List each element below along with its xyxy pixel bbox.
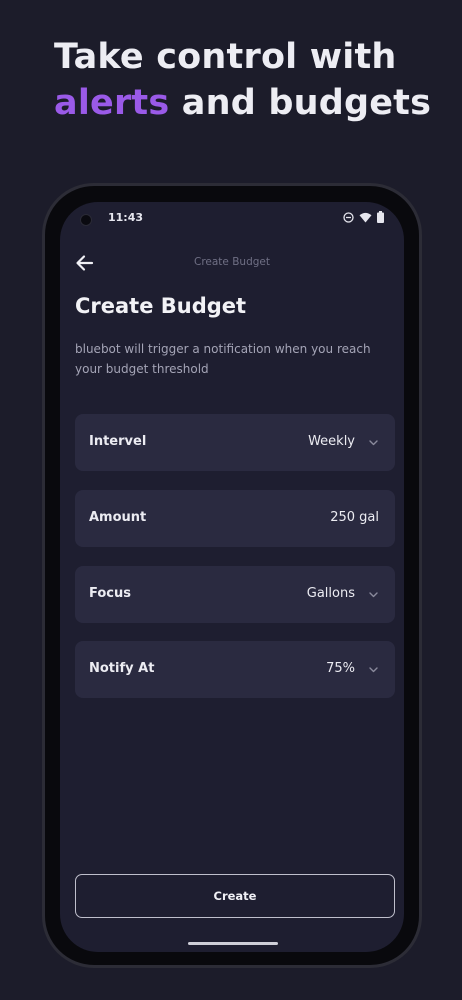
phone-frame: 11:43 Create Budget Create Budget bluebo… (42, 183, 422, 968)
chevron-down-icon (369, 667, 378, 673)
chevron-down-icon (369, 592, 378, 598)
field-value: 75% (326, 661, 355, 676)
status-time: 11:43 (108, 211, 144, 224)
home-indicator[interactable] (188, 942, 278, 945)
create-button[interactable]: Create (75, 874, 395, 918)
wifi-icon (359, 212, 372, 222)
field-label: Notify At (89, 661, 155, 676)
focus-select[interactable]: Focus Gallons (75, 566, 395, 623)
nav-title: Create Budget (194, 256, 270, 268)
field-value: Weekly (308, 434, 355, 449)
field-label: Intervel (89, 434, 147, 449)
field-label: Amount (89, 510, 147, 525)
notify-at-select[interactable]: Notify At 75% (75, 641, 395, 698)
promo-line-2-rest: and budgets (169, 83, 432, 123)
page-subtitle: bluebot will trigger a notification when… (75, 342, 371, 376)
camera-cutout (80, 214, 92, 226)
promo-line-1: Take control with (54, 37, 397, 77)
amount-field[interactable]: Amount 250 gal (75, 490, 395, 547)
interval-select[interactable]: Intervel Weekly (75, 414, 395, 471)
field-value: Gallons (306, 586, 355, 601)
page-title: Create Budget (75, 294, 247, 318)
phone-screen: 11:43 Create Budget Create Budget bluebo… (60, 202, 404, 952)
status-icons (343, 211, 384, 223)
chevron-down-icon (369, 440, 378, 446)
field-label: Focus (89, 586, 131, 601)
promo-page: Take control with alerts and budgets 11:… (0, 0, 462, 1000)
do-not-disturb-icon (343, 211, 354, 223)
field-value: 250 gal (330, 510, 379, 525)
promo-accent-text: alerts (54, 83, 170, 123)
status-bar: 11:43 (60, 202, 404, 232)
battery-icon (377, 211, 384, 223)
promo-line-2: alerts and budgets (54, 80, 431, 126)
promo-headline: Take control with alerts and budgets (54, 34, 431, 126)
